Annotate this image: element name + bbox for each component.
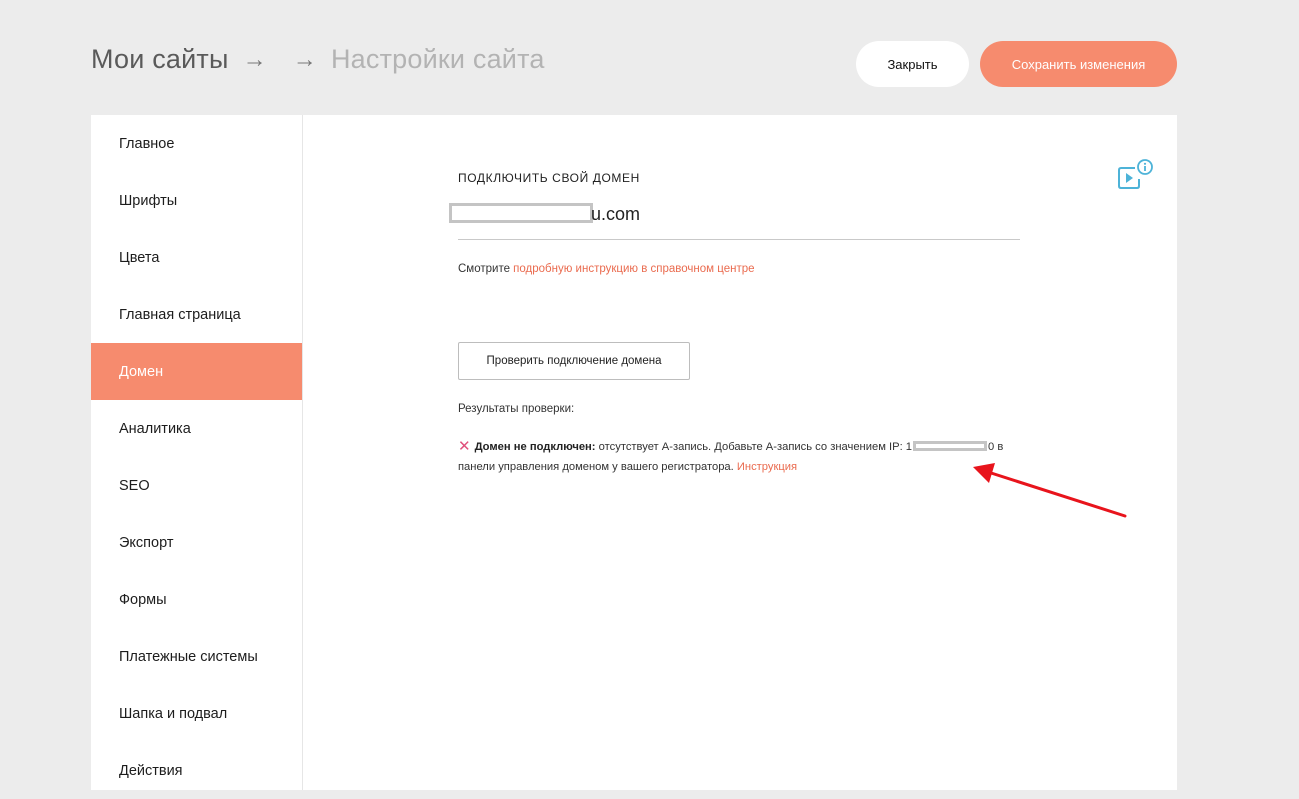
sidebar-item-colors[interactable]: Цвета <box>91 229 302 286</box>
sidebar-item-main[interactable]: Главное <box>91 115 302 172</box>
help-center-link[interactable]: подробную инструкцию в справочном центре <box>513 263 754 275</box>
save-changes-button[interactable]: Сохранить изменения <box>980 41 1177 87</box>
connect-domain-title: ПОДКЛЮЧИТЬ СВОЙ ДОМЕН <box>458 171 640 185</box>
help-hint: Смотрите подробную инструкцию в справочн… <box>458 263 755 275</box>
breadcrumb-current: Настройки сайта <box>330 44 545 74</box>
sidebar-item-analytics[interactable]: Аналитика <box>91 400 302 457</box>
sidebar-item-payment-systems[interactable]: Платежные системы <box>91 628 302 685</box>
domain-input[interactable]: u.com <box>449 201 1020 240</box>
check-result-message: ✕ Домен не подключен: отсутствует A-запис… <box>458 437 1024 477</box>
breadcrumb-my-sites-link[interactable]: Мои сайты <box>91 44 229 75</box>
redacted-domain-mask <box>449 203 593 223</box>
settings-panel: Главное Шрифты Цвета Главная страница До… <box>91 115 1177 790</box>
sidebar-item-home-page[interactable]: Главная страница <box>91 286 302 343</box>
sidebar-item-actions[interactable]: Действия <box>91 742 302 799</box>
video-info-icon-graphic <box>1118 159 1153 189</box>
result-status: Домен не подключен: <box>474 441 596 453</box>
sidebar-item-forms[interactable]: Формы <box>91 571 302 628</box>
redacted-ip-mask <box>913 441 988 451</box>
sidebar-item-header-footer[interactable]: Шапка и подвал <box>91 685 302 742</box>
breadcrumb: Мои сайты → → Настройки сайта <box>91 44 545 75</box>
sidebar-item-domain[interactable]: Домен <box>91 343 302 400</box>
sidebar-item-seo[interactable]: SEO <box>91 457 302 514</box>
sidebar-item-export[interactable]: Экспорт <box>91 514 302 571</box>
close-x-icon: ✕ <box>458 438 471 455</box>
check-domain-button[interactable]: Проверить подключение домена <box>458 342 690 380</box>
close-button[interactable]: Закрыть <box>856 41 969 87</box>
instruction-link[interactable]: Инструкция <box>737 461 797 473</box>
breadcrumb-arrow-icon: → <box>242 45 267 73</box>
help-hint-text: Смотрите <box>458 263 514 275</box>
result-text-before-ip: отсутствует A-запись. Добавьте A-запись … <box>595 441 913 453</box>
video-info-icon[interactable] <box>1118 159 1154 191</box>
page-header: Мои сайты → → Настройки сайта Закрыть Со… <box>0 0 1299 114</box>
domain-input-value: u.com <box>591 204 641 224</box>
settings-sidebar: Главное Шрифты Цвета Главная страница До… <box>91 115 303 790</box>
breadcrumb-arrow-icon: → <box>292 45 317 73</box>
domain-settings-content: ПОДКЛЮЧИТЬ СВОЙ ДОМЕН u.com Смотрите под… <box>303 115 1177 790</box>
check-results-label: Результаты проверки: <box>458 403 575 415</box>
sidebar-item-fonts[interactable]: Шрифты <box>91 172 302 229</box>
